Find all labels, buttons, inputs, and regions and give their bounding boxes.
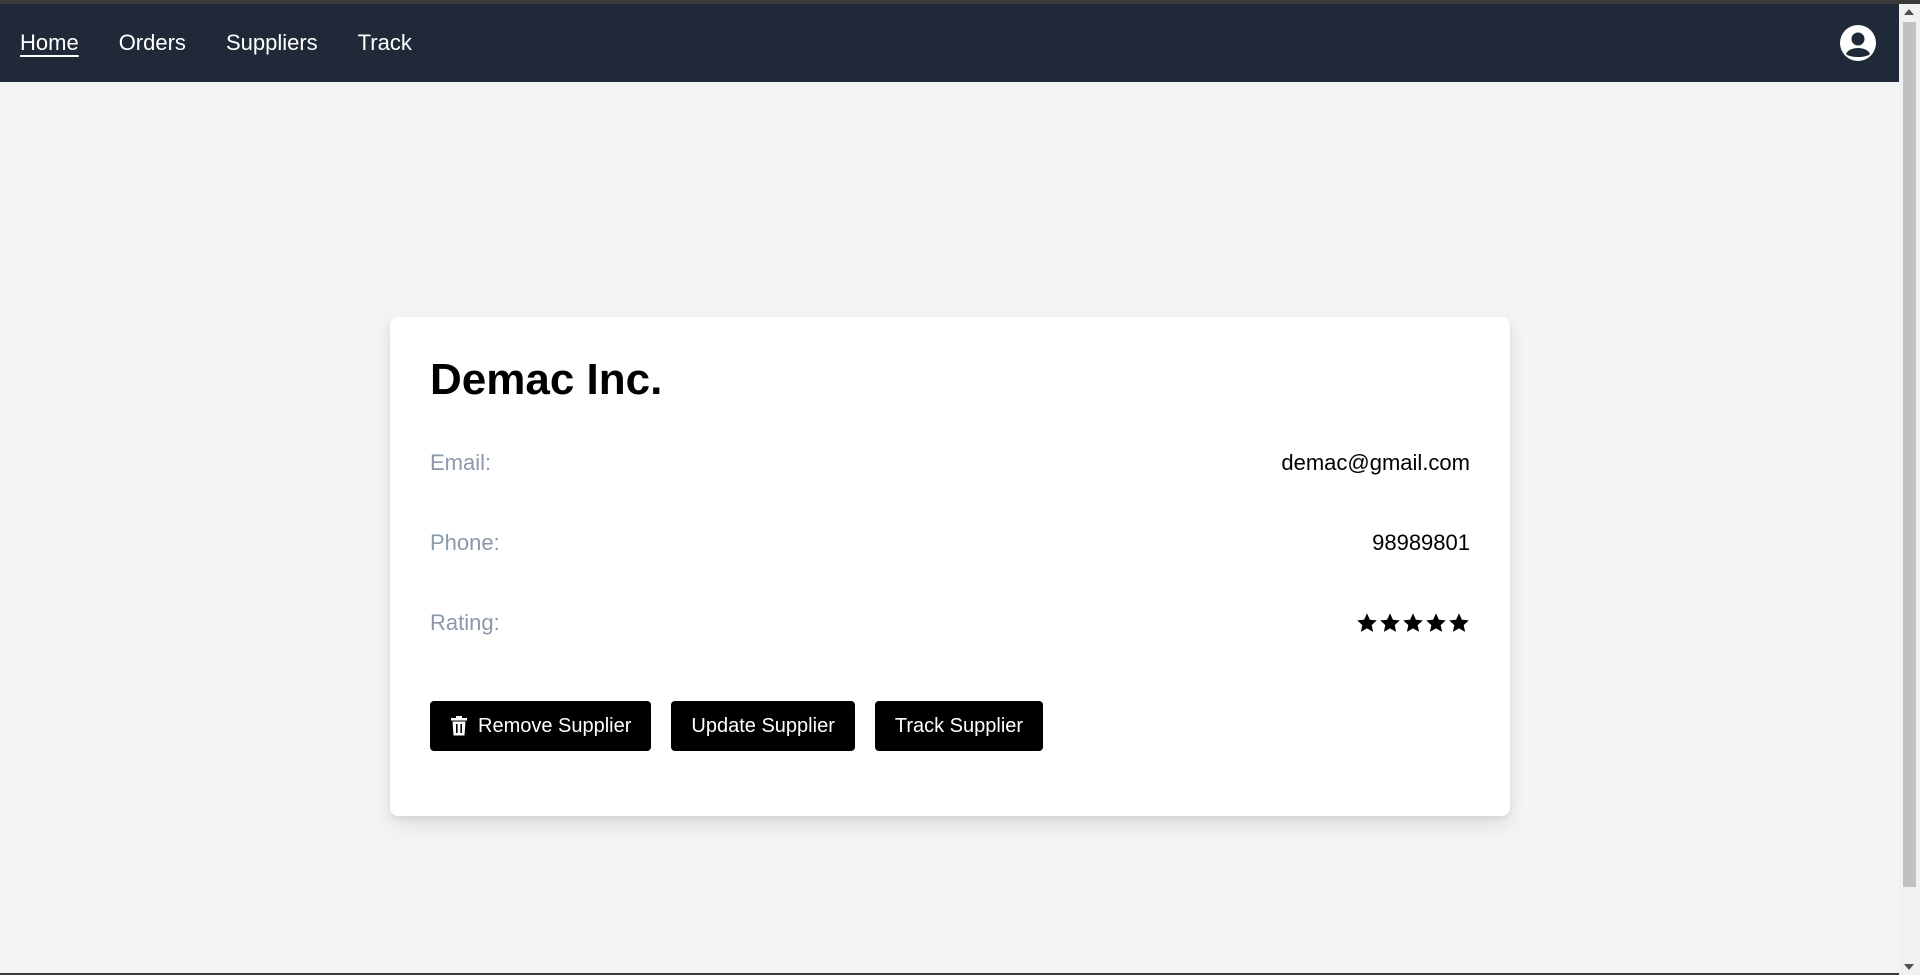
star-icon	[1357, 613, 1377, 632]
supplier-name: Demac Inc.	[430, 355, 663, 404]
track-supplier-label: Track Supplier	[894, 714, 1024, 737]
nav-link-suppliers[interactable]: Suppliers	[226, 30, 318, 56]
supplier-card: Demac Inc. Email: demac@gmail.com Phone:…	[390, 317, 1510, 816]
remove-supplier-label: Remove Supplier	[478, 714, 632, 737]
update-supplier-button[interactable]: Update Supplier	[671, 701, 855, 751]
phone-row: Phone: 98989801	[430, 527, 1470, 559]
star-icon	[1380, 613, 1400, 632]
top-navbar: Home Orders Suppliers Track	[0, 4, 1899, 82]
nav-link-track[interactable]: Track	[358, 30, 412, 56]
email-row: Email: demac@gmail.com	[430, 447, 1470, 479]
remove-supplier-button[interactable]: Remove Supplier	[430, 701, 652, 751]
star-icon	[1449, 613, 1469, 632]
phone-label: Phone:	[430, 530, 500, 555]
rating-row: Rating:	[430, 607, 1470, 639]
scroll-up-arrow-icon[interactable]	[1904, 9, 1914, 15]
email-label: Email:	[430, 450, 492, 475]
page-scrollbar[interactable]	[1899, 4, 1920, 975]
scrollbar-thumb[interactable]	[1903, 22, 1916, 887]
star-icon	[1426, 613, 1446, 632]
nav-links: Home Orders Suppliers Track	[20, 30, 412, 56]
track-supplier-button[interactable]: Track Supplier	[874, 701, 1044, 751]
star-icon	[1403, 613, 1423, 632]
user-circle-icon[interactable]	[1839, 24, 1877, 62]
rating-stars	[1356, 612, 1470, 634]
scroll-down-arrow-icon[interactable]	[1904, 964, 1914, 970]
phone-value: 98989801	[1372, 530, 1470, 555]
nav-link-home[interactable]: Home	[20, 30, 79, 56]
nav-link-orders[interactable]: Orders	[119, 30, 186, 56]
supplier-actions: Remove Supplier Update Supplier Track Su…	[430, 701, 1044, 751]
update-supplier-label: Update Supplier	[691, 714, 835, 737]
rating-label: Rating:	[430, 610, 500, 635]
trash-icon	[451, 716, 467, 736]
email-value: demac@gmail.com	[1281, 450, 1470, 475]
